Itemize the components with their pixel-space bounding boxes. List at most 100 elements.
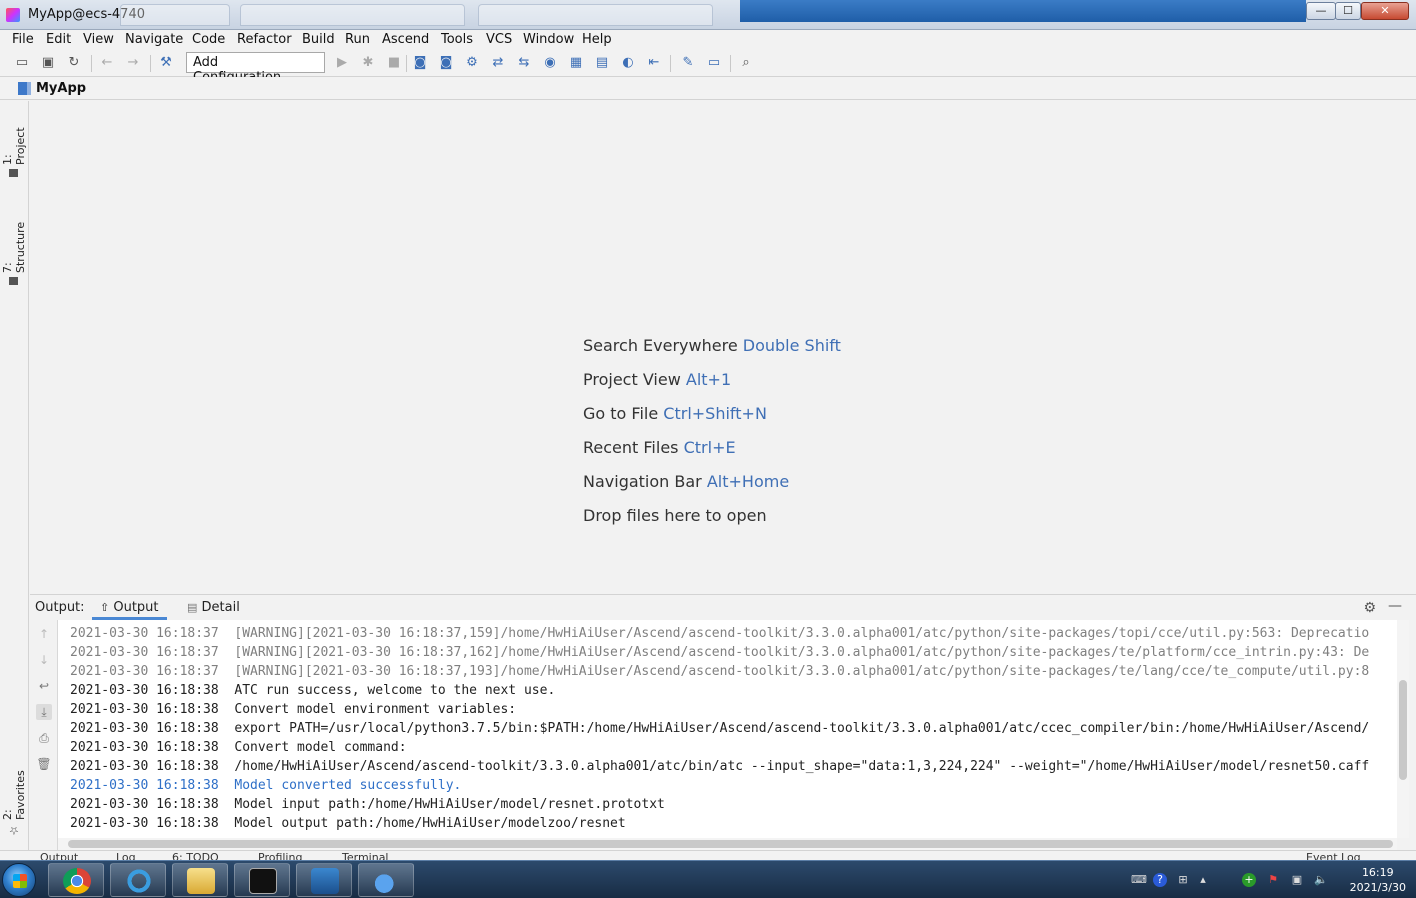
background-tab <box>478 4 713 26</box>
add-configuration-button[interactable]: Add Configuration... <box>186 52 325 85</box>
background-tab <box>120 4 230 26</box>
hint-shortcut: Ctrl+Shift+N <box>663 404 767 423</box>
console-horizontal-scrollbar[interactable] <box>58 838 1397 850</box>
taskbar-chrome[interactable] <box>48 863 104 897</box>
structure-tool-tab[interactable]: 7: Structure <box>1 213 27 289</box>
settings-wrench-icon[interactable]: ✎ <box>680 55 696 71</box>
hide-panel-icon[interactable]: — <box>1388 598 1402 614</box>
search-icon[interactable]: ⌕ <box>738 55 754 71</box>
breadcrumb-project[interactable]: MyApp <box>36 81 86 96</box>
menu-ascend[interactable]: Ascend <box>382 32 429 47</box>
os-taskbar: ⌨ ? ⊞ ▴ + ⚑ ▣ 🔈 16:19 2021/3/30 <box>0 860 1416 898</box>
build-hammer-icon[interactable]: ⚒ <box>158 55 174 71</box>
add-icon[interactable]: + <box>1242 873 1256 887</box>
save-icon[interactable]: ▣ <box>40 55 56 71</box>
ascend-tool-icon[interactable]: ◐ <box>620 55 636 71</box>
project-tool-tab[interactable]: 1: Project <box>1 119 27 181</box>
close-button[interactable]: ✕ <box>1361 2 1409 20</box>
start-button[interactable] <box>2 863 36 897</box>
favorites-tool-tab[interactable]: ☆ 2: Favorites <box>1 761 27 837</box>
maximize-button[interactable]: ☐ <box>1335 2 1361 20</box>
menu-code[interactable]: Code <box>192 32 225 47</box>
stop-icon[interactable]: ■ <box>386 55 402 71</box>
ascend-tool-icon[interactable]: ⇆ <box>516 55 532 71</box>
taskbar-terminal[interactable] <box>234 863 290 897</box>
minimize-button[interactable]: — <box>1306 2 1336 20</box>
tab-detail-label: Detail <box>201 600 240 615</box>
ascend-tool-icon[interactable]: ⇄ <box>490 55 506 71</box>
scroll-up-icon[interactable]: ↑ <box>36 626 52 642</box>
clock[interactable]: 16:19 2021/3/30 <box>1350 865 1406 895</box>
menu-help[interactable]: Help <box>582 32 612 47</box>
bottom-tab-log[interactable]: Log <box>116 851 136 860</box>
menu-window[interactable]: Window <box>523 32 574 47</box>
menu-refactor[interactable]: Refactor <box>237 32 292 47</box>
scroll-to-end-icon[interactable]: ⤓ <box>36 704 52 720</box>
log-line: 2021-03-30 16:18:38 Model input path:/ho… <box>70 797 665 812</box>
bottom-tab-profiling[interactable]: Profiling <box>258 851 302 860</box>
menu-navigate[interactable]: Navigate <box>125 32 183 47</box>
bottom-tab-output[interactable]: Output <box>40 851 78 860</box>
menu-edit[interactable]: Edit <box>46 32 71 47</box>
ascend-tool-icon[interactable]: ▦ <box>568 55 584 71</box>
scrollbar-thumb[interactable] <box>68 840 1393 848</box>
structure-tab-label: 7: Structure <box>1 221 27 273</box>
ascend-tool-icon[interactable]: ◉ <box>542 55 558 71</box>
flag-icon[interactable]: ⚑ <box>1266 873 1280 887</box>
open-folder-icon[interactable]: ▭ <box>14 55 30 71</box>
back-arrow-icon[interactable]: ← <box>99 55 115 71</box>
volume-muted-icon[interactable]: 🔈 <box>1314 873 1328 887</box>
menu-build[interactable]: Build <box>302 32 335 47</box>
background-tab <box>240 4 465 26</box>
tab-output[interactable]: ⇧ Output <box>92 595 167 620</box>
scrollbar-thumb[interactable] <box>1399 680 1407 780</box>
bottom-tab-terminal[interactable]: Terminal <box>342 851 389 860</box>
console-vertical-scrollbar[interactable] <box>1397 620 1409 838</box>
log-line: 2021-03-30 16:18:37 [WARNING][2021-03-30… <box>70 645 1370 660</box>
show-hidden-icons-icon[interactable]: ▴ <box>1196 873 1210 887</box>
ascend-tool-icon[interactable]: ◙ <box>438 55 454 71</box>
soft-wrap-icon[interactable]: ↩ <box>36 678 52 694</box>
menu-view[interactable]: View <box>83 32 114 47</box>
file-explorer-icon <box>187 868 215 894</box>
ascend-tool-icon[interactable]: ▤ <box>594 55 610 71</box>
bottom-tab-todo[interactable]: 6: TODO <box>172 851 219 860</box>
main-toolbar: ▭ ▣ ↻ ← → ⚒ Add Configuration... ▶ ✱ ■ ◙… <box>0 50 1416 85</box>
favorites-tab-label: 2: Favorites <box>1 770 27 820</box>
toolbar-separator <box>670 55 671 72</box>
menu-run[interactable]: Run <box>345 32 370 47</box>
taskbar-k-app[interactable] <box>296 863 352 897</box>
run-icon[interactable]: ▶ <box>334 55 350 71</box>
output-panel-header: Output: ⇧ Output ▤ Detail ⚙ — <box>30 594 1416 620</box>
network-icon[interactable]: ▣ <box>1290 873 1304 887</box>
scroll-down-icon[interactable]: ↓ <box>36 652 52 668</box>
project-structure-icon[interactable]: ▭ <box>706 55 722 71</box>
menu-vcs[interactable]: VCS <box>486 32 512 47</box>
windows-tray-icon[interactable]: ⊞ <box>1176 873 1190 887</box>
sync-icon[interactable]: ↻ <box>66 55 82 71</box>
hint-go-to-file: Go to File Ctrl+Shift+N <box>583 404 767 423</box>
taskbar-ie[interactable] <box>110 863 166 897</box>
toolbar-separator <box>150 55 151 72</box>
ascend-tool-icon[interactable]: ⚙ <box>464 55 480 71</box>
log-line: 2021-03-30 16:18:38 Convert model enviro… <box>70 702 517 717</box>
print-icon[interactable]: ⎙ <box>36 730 52 746</box>
tab-detail[interactable]: ▤ Detail <box>187 600 240 615</box>
trash-icon[interactable]: 🗑 <box>36 756 52 772</box>
output-console[interactable]: 2021-03-30 16:18:37 [WARNING][2021-03-30… <box>58 620 1397 838</box>
menu-file[interactable]: File <box>12 32 34 47</box>
menu-tools[interactable]: Tools <box>441 32 473 47</box>
taskbar-explorer[interactable] <box>172 863 228 897</box>
ascend-tool-icon[interactable]: ◙ <box>412 55 428 71</box>
gear-icon[interactable]: ⚙ <box>1363 600 1376 616</box>
forward-arrow-icon[interactable]: → <box>125 55 141 71</box>
bottom-tab-event-log[interactable]: Event Log <box>1306 851 1361 860</box>
terminal-icon <box>249 868 277 894</box>
keyboard-icon[interactable]: ⌨ <box>1131 873 1147 887</box>
help-icon[interactable]: ? <box>1153 873 1167 887</box>
hint-shortcut: Double Shift <box>742 336 841 355</box>
ascend-tool-icon[interactable]: ⇤ <box>646 55 662 71</box>
debug-icon[interactable]: ✱ <box>360 55 376 71</box>
taskbar-cloud-app[interactable] <box>358 863 414 897</box>
hint-shortcut: Ctrl+E <box>683 438 736 457</box>
